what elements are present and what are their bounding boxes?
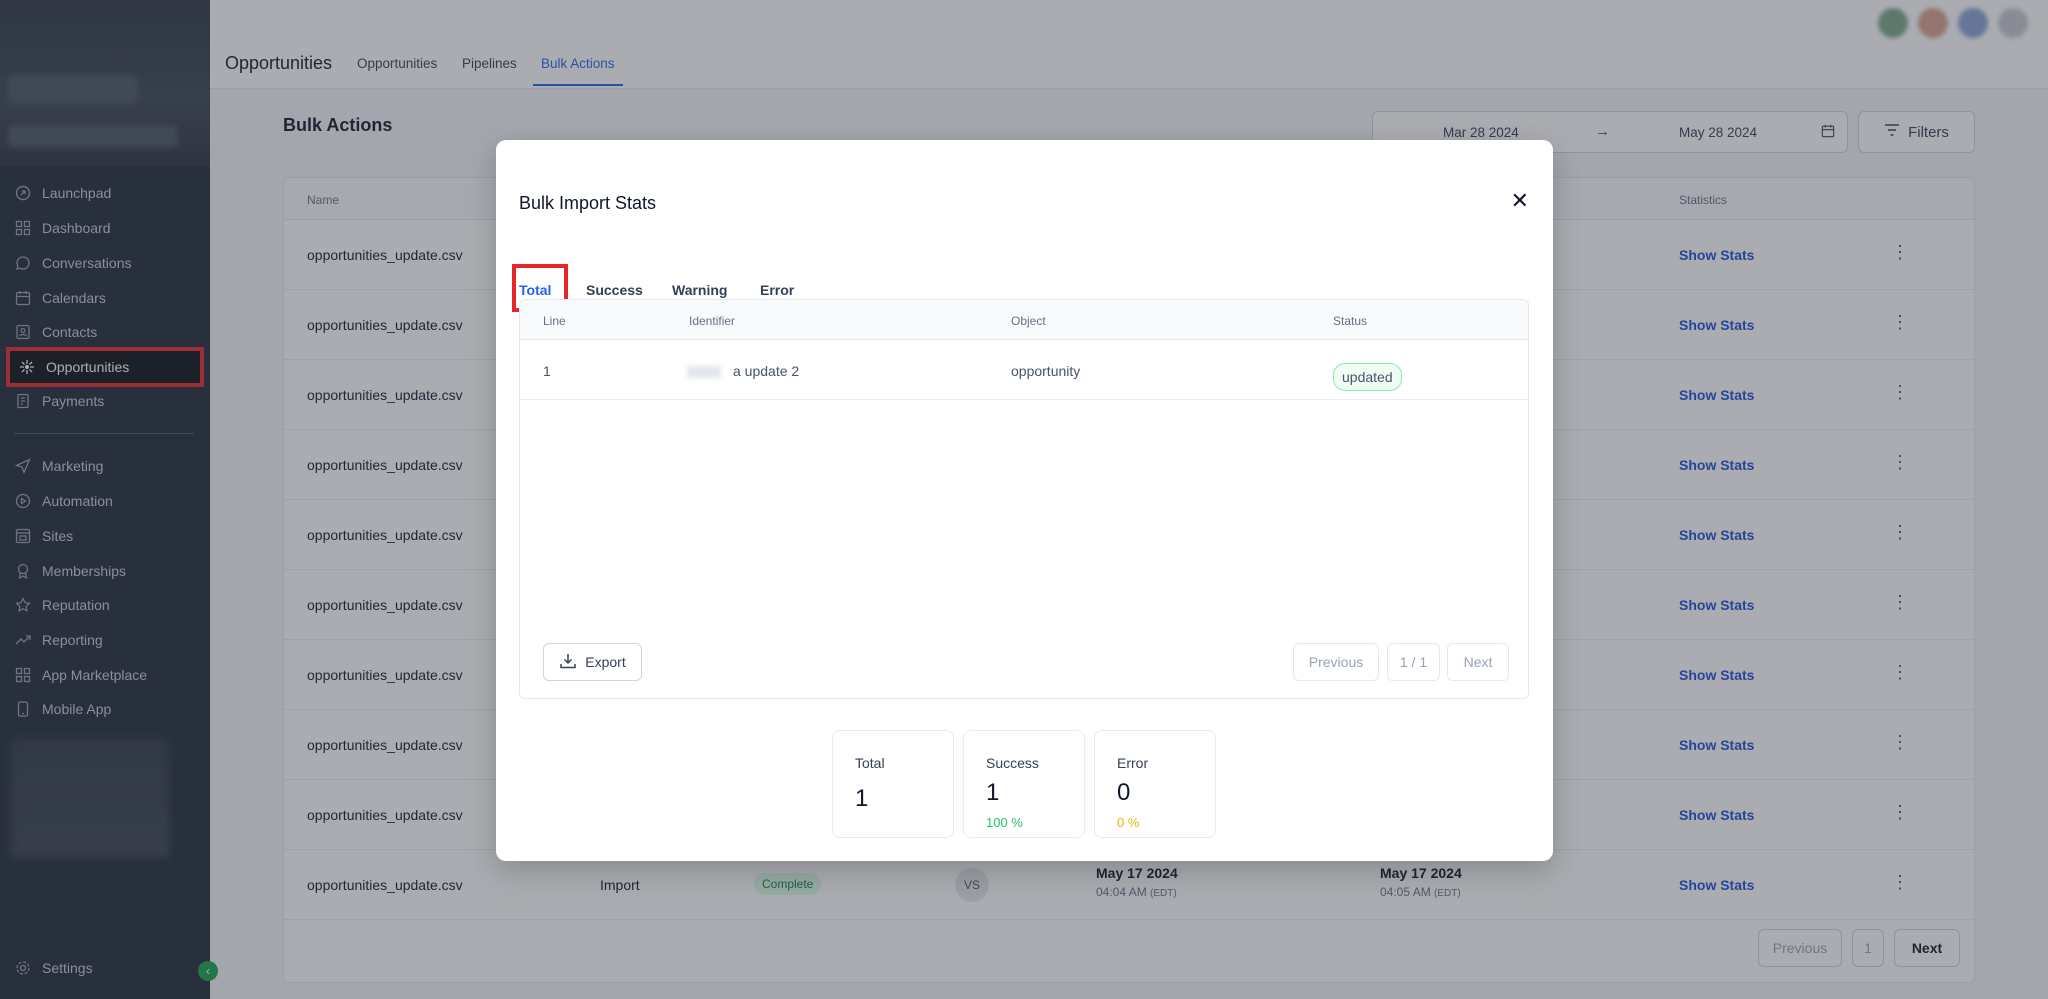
identifier: a update 2	[733, 363, 800, 379]
line-number: 1	[543, 363, 551, 379]
import-results-table: Line Identifier Object Status 1 a update…	[519, 299, 1529, 699]
identifier-blurred	[687, 366, 721, 378]
stat-card-success: Success 1 100 %	[963, 730, 1085, 838]
page-indicator: 1 / 1	[1387, 643, 1440, 681]
export-label: Export	[585, 654, 626, 670]
column-header-status: Status	[1333, 314, 1368, 328]
stat-card-error: Error 0 0 %	[1094, 730, 1216, 838]
close-icon[interactable]: ✕	[1511, 188, 1529, 214]
stat-value: 1	[855, 785, 869, 812]
stat-label: Total	[855, 755, 885, 771]
stat-label: Error	[1117, 755, 1149, 771]
tab-success[interactable]: Success	[586, 282, 643, 298]
column-header-identifier: Identifier	[689, 314, 736, 328]
stat-value: 0	[1117, 779, 1131, 806]
tab-total[interactable]: Total	[519, 282, 551, 298]
object: opportunity	[1011, 363, 1081, 379]
modal-title: Bulk Import Stats	[519, 193, 657, 213]
tab-error[interactable]: Error	[760, 282, 794, 298]
stat-value: 1	[986, 779, 1000, 806]
bulk-import-stats-modal: Bulk Import Stats ✕ Total Success Warnin…	[496, 140, 1553, 861]
previous-page-button[interactable]: Previous	[1293, 643, 1379, 681]
status-badge: updated	[1333, 363, 1402, 391]
results-table-header: Line Identifier Object Status	[520, 300, 1528, 340]
next-page-button[interactable]: Next	[1447, 643, 1509, 681]
download-icon	[559, 652, 577, 673]
tab-warning[interactable]: Warning	[672, 282, 727, 298]
export-button[interactable]: Export	[543, 643, 642, 681]
stat-card-total: Total 1	[832, 730, 954, 838]
table-row: 1 a update 2 opportunity updated	[520, 340, 1528, 400]
stat-percentage: 100 %	[986, 815, 1023, 830]
stat-percentage: 0 %	[1117, 815, 1140, 830]
column-header-object: Object	[1011, 314, 1046, 328]
column-header-line: Line	[543, 314, 566, 328]
stat-label: Success	[986, 755, 1039, 771]
